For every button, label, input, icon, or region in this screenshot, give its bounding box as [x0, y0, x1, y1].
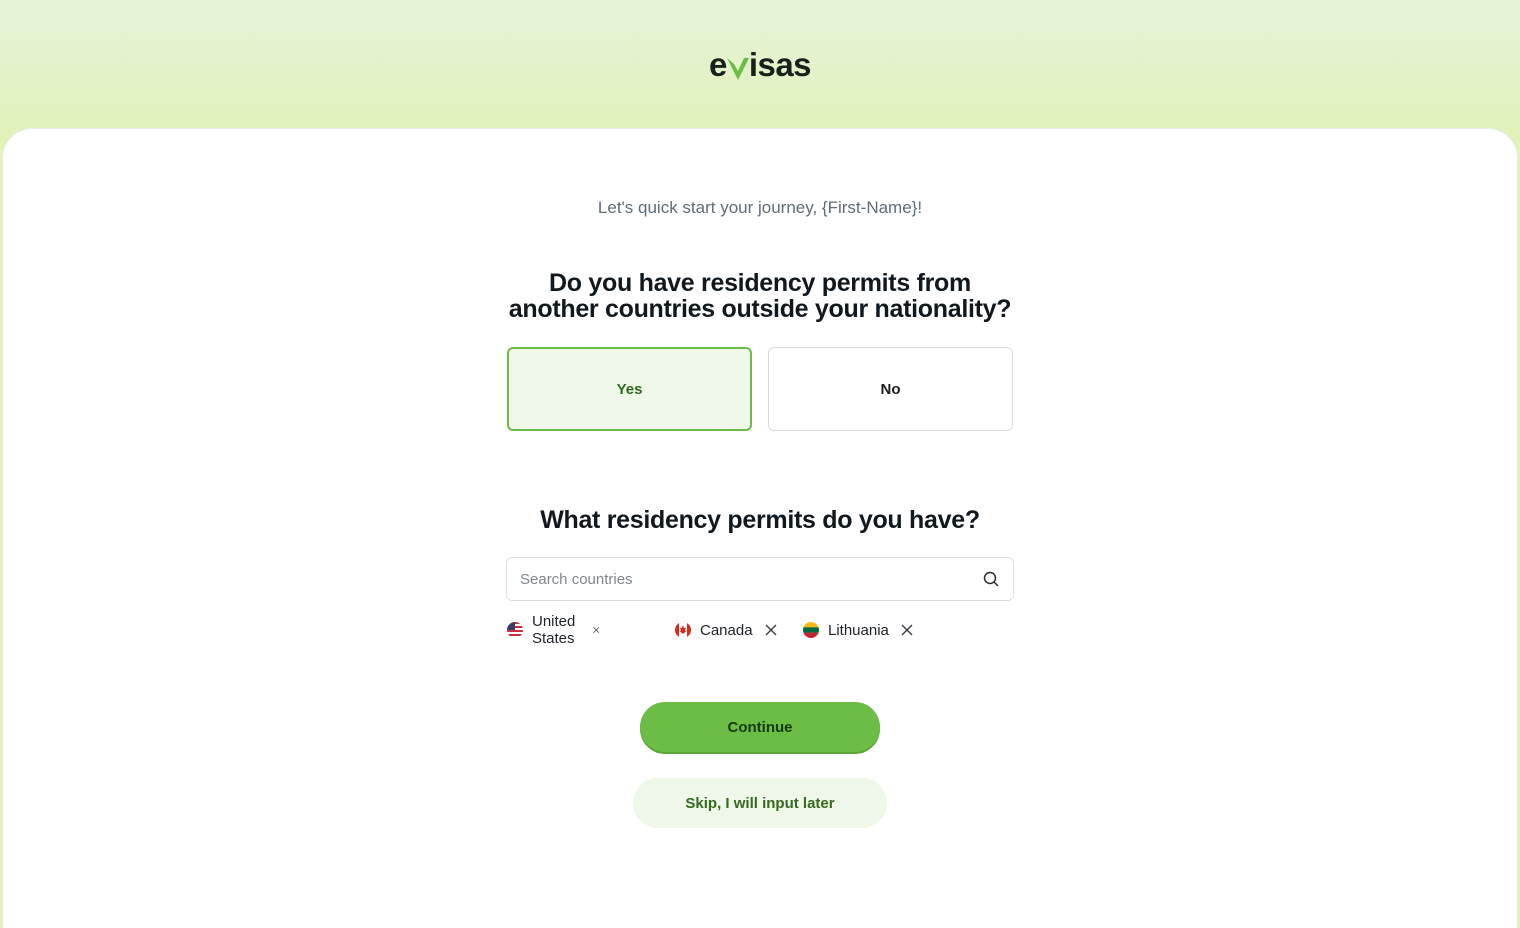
country-search-box[interactable] — [506, 557, 1014, 601]
option-yes-button[interactable]: Yes — [507, 347, 752, 431]
remove-united-states-close-icon[interactable] — [593, 624, 600, 636]
country-chip-united-states: United States — [507, 613, 600, 647]
option-no-button[interactable]: No — [768, 347, 1013, 431]
residency-question-line-1: Do you have residency permits from — [549, 269, 971, 297]
header: e isas — [0, 0, 1520, 130]
continue-button[interactable]: Continue — [640, 702, 880, 752]
remove-canada-close-icon[interactable] — [765, 624, 777, 636]
permits-question: What residency permits do you have? — [540, 506, 980, 534]
logo-v-mark-icon — [726, 58, 749, 80]
country-chip-lithuania: Lithuania — [803, 620, 913, 640]
lithuania-flag-icon — [803, 622, 819, 638]
skip-button[interactable]: Skip, I will input later — [633, 778, 887, 828]
remove-lithuania-close-icon[interactable] — [901, 624, 913, 636]
greeting-text: Let's quick start your journey, {First-N… — [597, 198, 923, 217]
country-chip-label: United States — [532, 613, 576, 647]
option-no-label: No — [880, 380, 901, 398]
country-chip-label: Lithuania — [828, 621, 889, 639]
option-yes-label: Yes — [616, 380, 643, 398]
residency-question: Do you have residency permits from anoth… — [0, 270, 1520, 322]
evisas-logo[interactable]: e isas — [0, 46, 1520, 84]
logo-text-suffix: isas — [748, 46, 812, 83]
country-chip-label: Canada — [700, 621, 753, 639]
us-flag-icon — [507, 622, 523, 638]
canada-flag-icon — [675, 622, 691, 638]
country-search-input[interactable] — [507, 558, 967, 600]
search-icon[interactable] — [983, 571, 999, 587]
country-chip-canada: Canada — [675, 620, 777, 640]
residency-question-line-2: another countries outside your nationali… — [508, 295, 1012, 323]
logo-text-prefix: e — [708, 46, 727, 83]
